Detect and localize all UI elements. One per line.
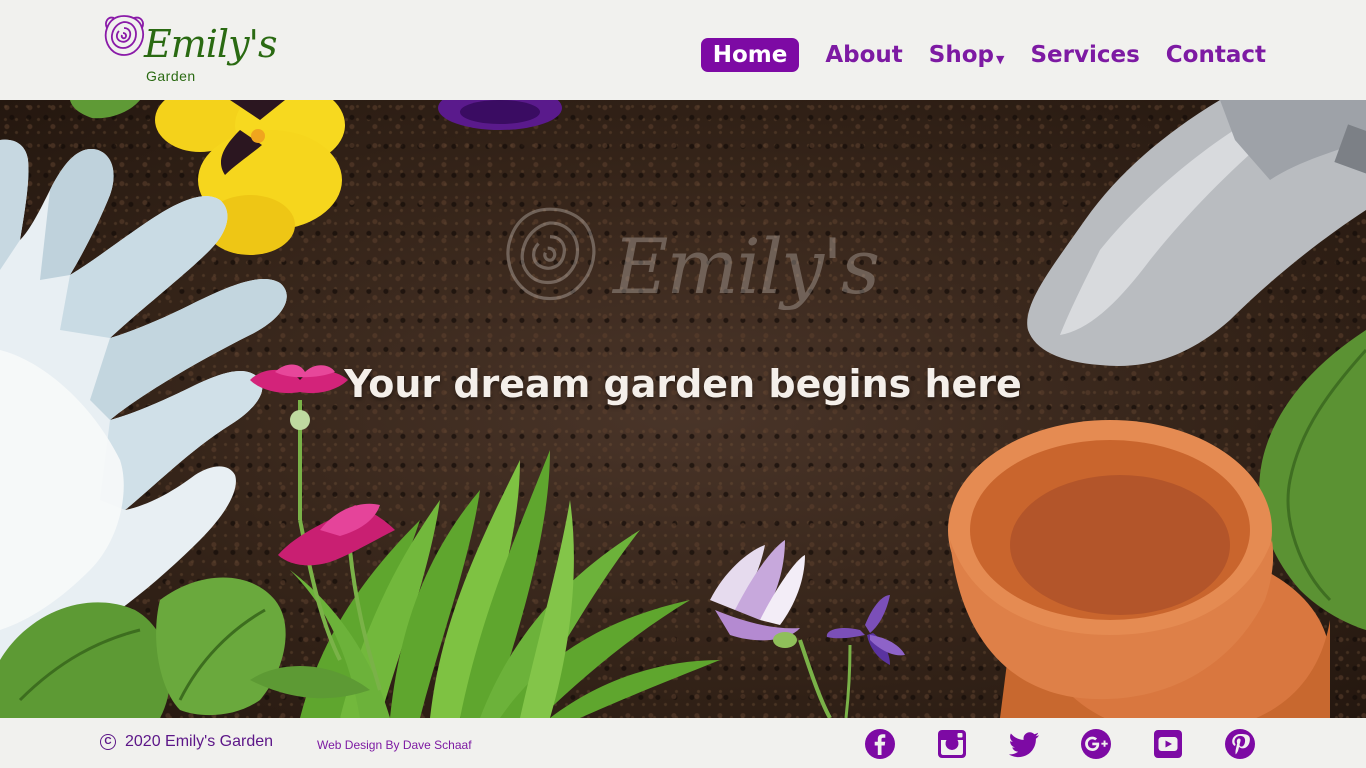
logo[interactable]: Emily's Garden bbox=[100, 10, 277, 90]
chevron-down-icon: ▼ bbox=[996, 53, 1005, 66]
nav-shop[interactable]: Shop ▼ bbox=[929, 33, 1005, 77]
logo-name: Emily's bbox=[144, 22, 277, 66]
nav-services[interactable]: Services bbox=[1030, 38, 1139, 72]
facebook-link[interactable] bbox=[864, 728, 896, 760]
instagram-link[interactable] bbox=[936, 728, 968, 760]
grass-plant bbox=[250, 450, 720, 718]
main-nav: Home About Shop ▼ Services Contact bbox=[675, 33, 1266, 77]
facebook-icon bbox=[865, 729, 895, 759]
copyright: C 2020 Emily's Garden bbox=[100, 733, 273, 751]
social-links bbox=[864, 728, 1256, 760]
watermark-text: Emily's bbox=[613, 222, 880, 311]
copyright-text: 2020 Emily's Garden bbox=[125, 733, 274, 750]
copyright-icon: C bbox=[100, 734, 116, 750]
hero-tagline: Your dream garden begins here bbox=[0, 362, 1366, 406]
nav-shop-label: Shop bbox=[928, 42, 995, 68]
youtube-link[interactable] bbox=[1152, 728, 1184, 760]
purple-daisy bbox=[710, 540, 905, 718]
google-plus-icon bbox=[1081, 729, 1111, 759]
nav-contact[interactable]: Contact bbox=[1166, 38, 1266, 72]
hero-banner: Emily's Your dream garden begins here bbox=[0, 100, 1366, 718]
garden-trowel bbox=[1027, 100, 1366, 366]
youtube-icon bbox=[1154, 730, 1182, 758]
hero-tagline-text: Your dream garden begins here bbox=[344, 362, 1022, 406]
site-header: Emily's Garden Home About Shop ▼ Service… bbox=[0, 0, 1366, 100]
site-footer: C 2020 Emily's Garden Web Design By Dave… bbox=[0, 718, 1366, 768]
watermark-logo: Emily's bbox=[495, 200, 880, 350]
twitter-link[interactable] bbox=[1008, 728, 1040, 760]
pinterest-link[interactable] bbox=[1224, 728, 1256, 760]
rose-logo-icon bbox=[104, 15, 145, 56]
google-plus-link[interactable] bbox=[1080, 728, 1112, 760]
instagram-icon bbox=[938, 730, 966, 758]
logo-subtitle: Garden bbox=[146, 68, 196, 84]
designer-credit-link[interactable]: Web Design By Dave Schaaf bbox=[317, 738, 472, 752]
garden-scene-image bbox=[0, 100, 1366, 718]
nav-home[interactable]: Home bbox=[700, 38, 800, 72]
rose-watermark-icon bbox=[506, 207, 596, 301]
pinterest-icon bbox=[1225, 729, 1255, 759]
twitter-icon bbox=[1008, 732, 1039, 758]
nav-about[interactable]: About bbox=[825, 38, 902, 72]
